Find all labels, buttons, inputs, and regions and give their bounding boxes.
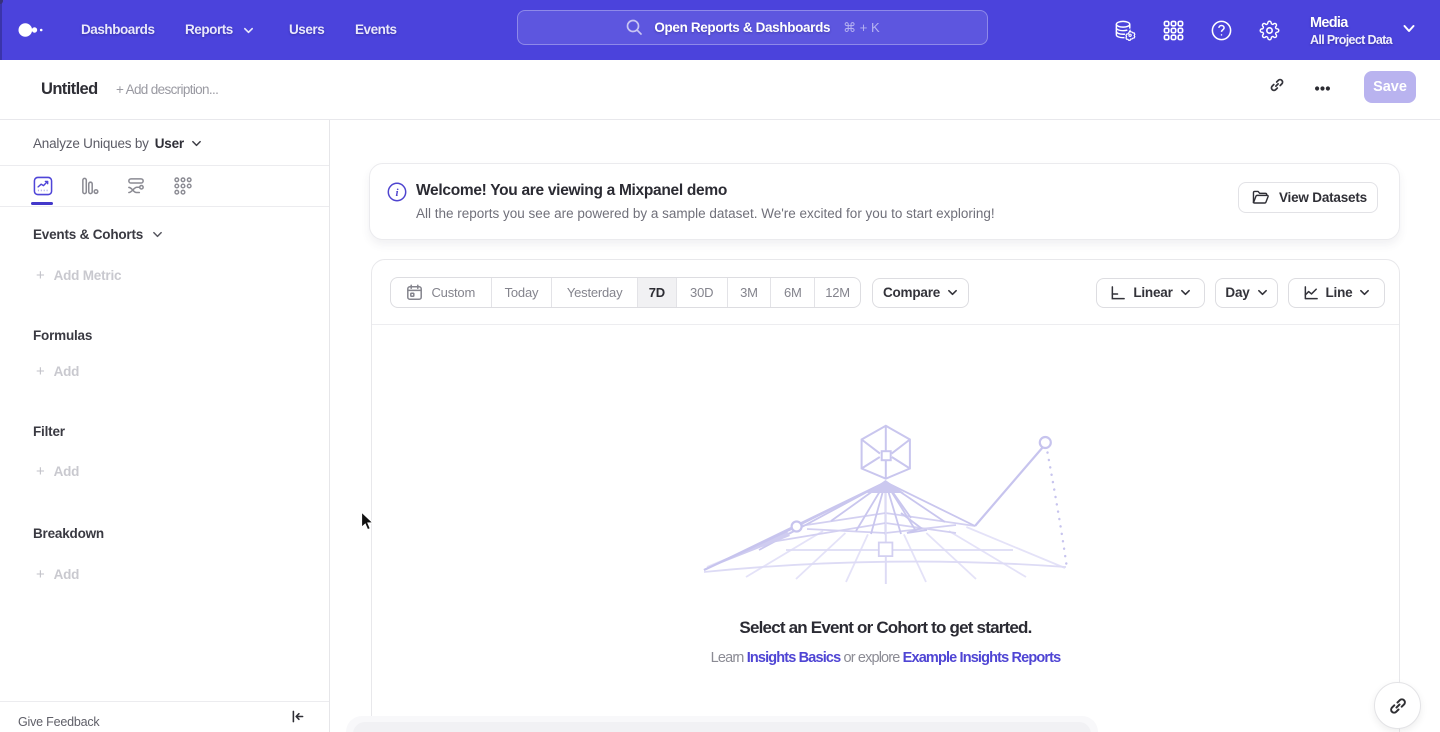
svg-text:i: i (395, 187, 399, 199)
